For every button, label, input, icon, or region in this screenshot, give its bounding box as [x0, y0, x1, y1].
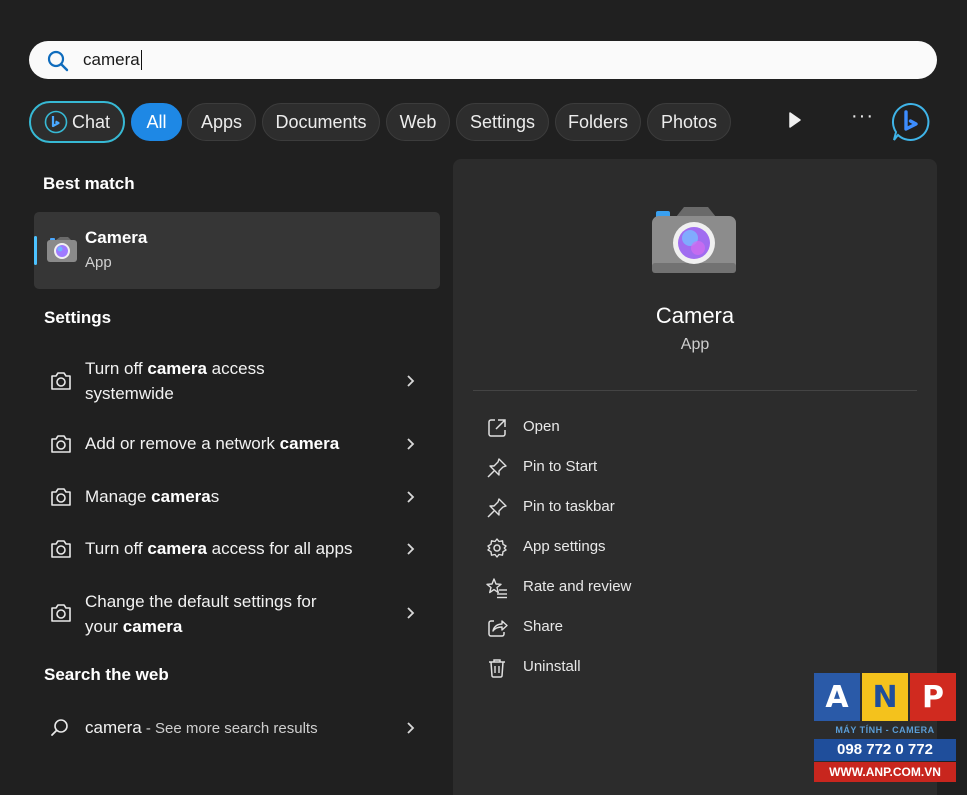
filter-settings[interactable]: Settings — [456, 103, 549, 141]
panel-app-type: App — [680, 336, 710, 353]
setting-manage-cameras[interactable]: Manage cameras — [34, 484, 440, 510]
search-box[interactable]: camera — [29, 41, 937, 79]
share-icon — [488, 620, 508, 637]
camera-app-icon — [652, 207, 736, 273]
logo-letter-a: A — [814, 673, 860, 721]
filter-folders[interactable]: Folders — [555, 103, 641, 141]
action-rate-and-review[interactable]: Rate and review — [486, 576, 786, 600]
search-input[interactable]: camera — [83, 50, 142, 70]
action-pin-to-start[interactable]: Pin to Start — [486, 456, 786, 480]
trash-icon — [489, 659, 505, 678]
gear-icon — [487, 538, 507, 558]
web-search-result[interactable]: camera - See more search results — [34, 715, 440, 741]
logo-website: WWW.ANP.COM.VN — [814, 762, 956, 782]
chevron-right-icon — [407, 607, 415, 619]
search-web-heading: Search the web — [44, 665, 169, 684]
setting-label: Turn off camera access for all apps — [85, 539, 353, 558]
camera-outline-icon — [51, 488, 71, 506]
pin-icon — [487, 498, 507, 518]
filter-all[interactable]: All — [131, 103, 182, 141]
logo-tagline: MÁY TÍNH - CAMERA — [835, 725, 935, 735]
action-label: Share — [523, 618, 564, 635]
filter-bar: Chat All Apps Documents Web Settings Fol… — [29, 101, 939, 143]
best-match-type: App — [85, 254, 112, 271]
selection-indicator — [34, 236, 37, 265]
camera-outline-icon — [51, 604, 71, 622]
camera-outline-icon — [51, 435, 71, 453]
filter-web[interactable]: Web — [386, 103, 450, 141]
search-icon — [51, 719, 68, 736]
action-share[interactable]: Share — [486, 616, 786, 640]
chevron-right-icon — [407, 375, 415, 387]
more-options-button[interactable]: ··· — [851, 105, 874, 128]
logo-letter-n: N — [862, 673, 908, 721]
bing-chat-icon[interactable] — [890, 101, 932, 143]
web-search-label: camera - See more search results — [85, 718, 318, 737]
setting-network-camera[interactable]: Add or remove a network camera — [34, 431, 440, 457]
action-label: Pin to taskbar — [523, 498, 615, 515]
best-match-camera[interactable]: Camera App — [34, 212, 440, 289]
panel-app-name: Camera — [655, 303, 735, 328]
pin-icon — [487, 458, 507, 478]
chevron-right-icon — [407, 438, 415, 450]
bing-icon — [44, 110, 68, 134]
action-label: Rate and review — [523, 578, 632, 595]
setting-turn-off-camera-systemwide[interactable]: Turn off camera access systemwide — [34, 356, 440, 406]
camera-outline-icon — [51, 372, 71, 390]
action-label: Pin to Start — [523, 458, 598, 475]
action-label: Uninstall — [523, 658, 581, 675]
action-app-settings[interactable]: App settings — [486, 536, 786, 560]
action-uninstall[interactable]: Uninstall — [486, 656, 786, 680]
logo-phone: 098 772 0 772 — [814, 739, 956, 761]
chat-filter-label: Chat — [71, 111, 111, 132]
setting-label: Manage cameras — [85, 487, 220, 506]
chevron-right-icon — [407, 722, 415, 734]
action-label: App settings — [523, 538, 606, 555]
chat-filter-button[interactable]: Chat — [29, 101, 125, 143]
action-open[interactable]: Open — [486, 416, 786, 440]
filter-photos[interactable]: Photos — [647, 103, 731, 141]
best-match-name: Camera — [85, 228, 148, 247]
setting-turn-off-camera-all-apps[interactable]: Turn off camera access for all apps — [34, 536, 440, 562]
settings-heading: Settings — [44, 308, 112, 327]
chevron-right-icon — [407, 543, 415, 555]
action-pin-to-taskbar[interactable]: Pin to taskbar — [486, 496, 786, 520]
chevron-right-icon — [407, 491, 415, 503]
filter-apps[interactable]: Apps — [187, 103, 256, 141]
logo-letter-p: P — [910, 673, 956, 721]
setting-label: Turn off camera access systemwide — [85, 359, 265, 403]
open-external-icon — [488, 419, 506, 437]
star-list-icon — [486, 578, 507, 599]
anp-watermark-logo: A N P MÁY TÍNH - CAMERA 098 772 0 772 WW… — [814, 673, 956, 785]
setting-change-default-camera[interactable]: Change the default settings for your cam… — [34, 589, 440, 639]
setting-label: Change the default settings for your cam… — [85, 592, 317, 636]
setting-label: Add or remove a network camera — [85, 434, 340, 453]
camera-app-icon — [47, 237, 77, 262]
filter-documents[interactable]: Documents — [262, 103, 380, 141]
best-match-heading: Best match — [43, 174, 135, 193]
play-icon[interactable] — [788, 111, 802, 129]
search-icon — [47, 50, 69, 72]
divider — [473, 390, 917, 391]
action-label: Open — [523, 418, 560, 435]
camera-outline-icon — [51, 540, 71, 558]
